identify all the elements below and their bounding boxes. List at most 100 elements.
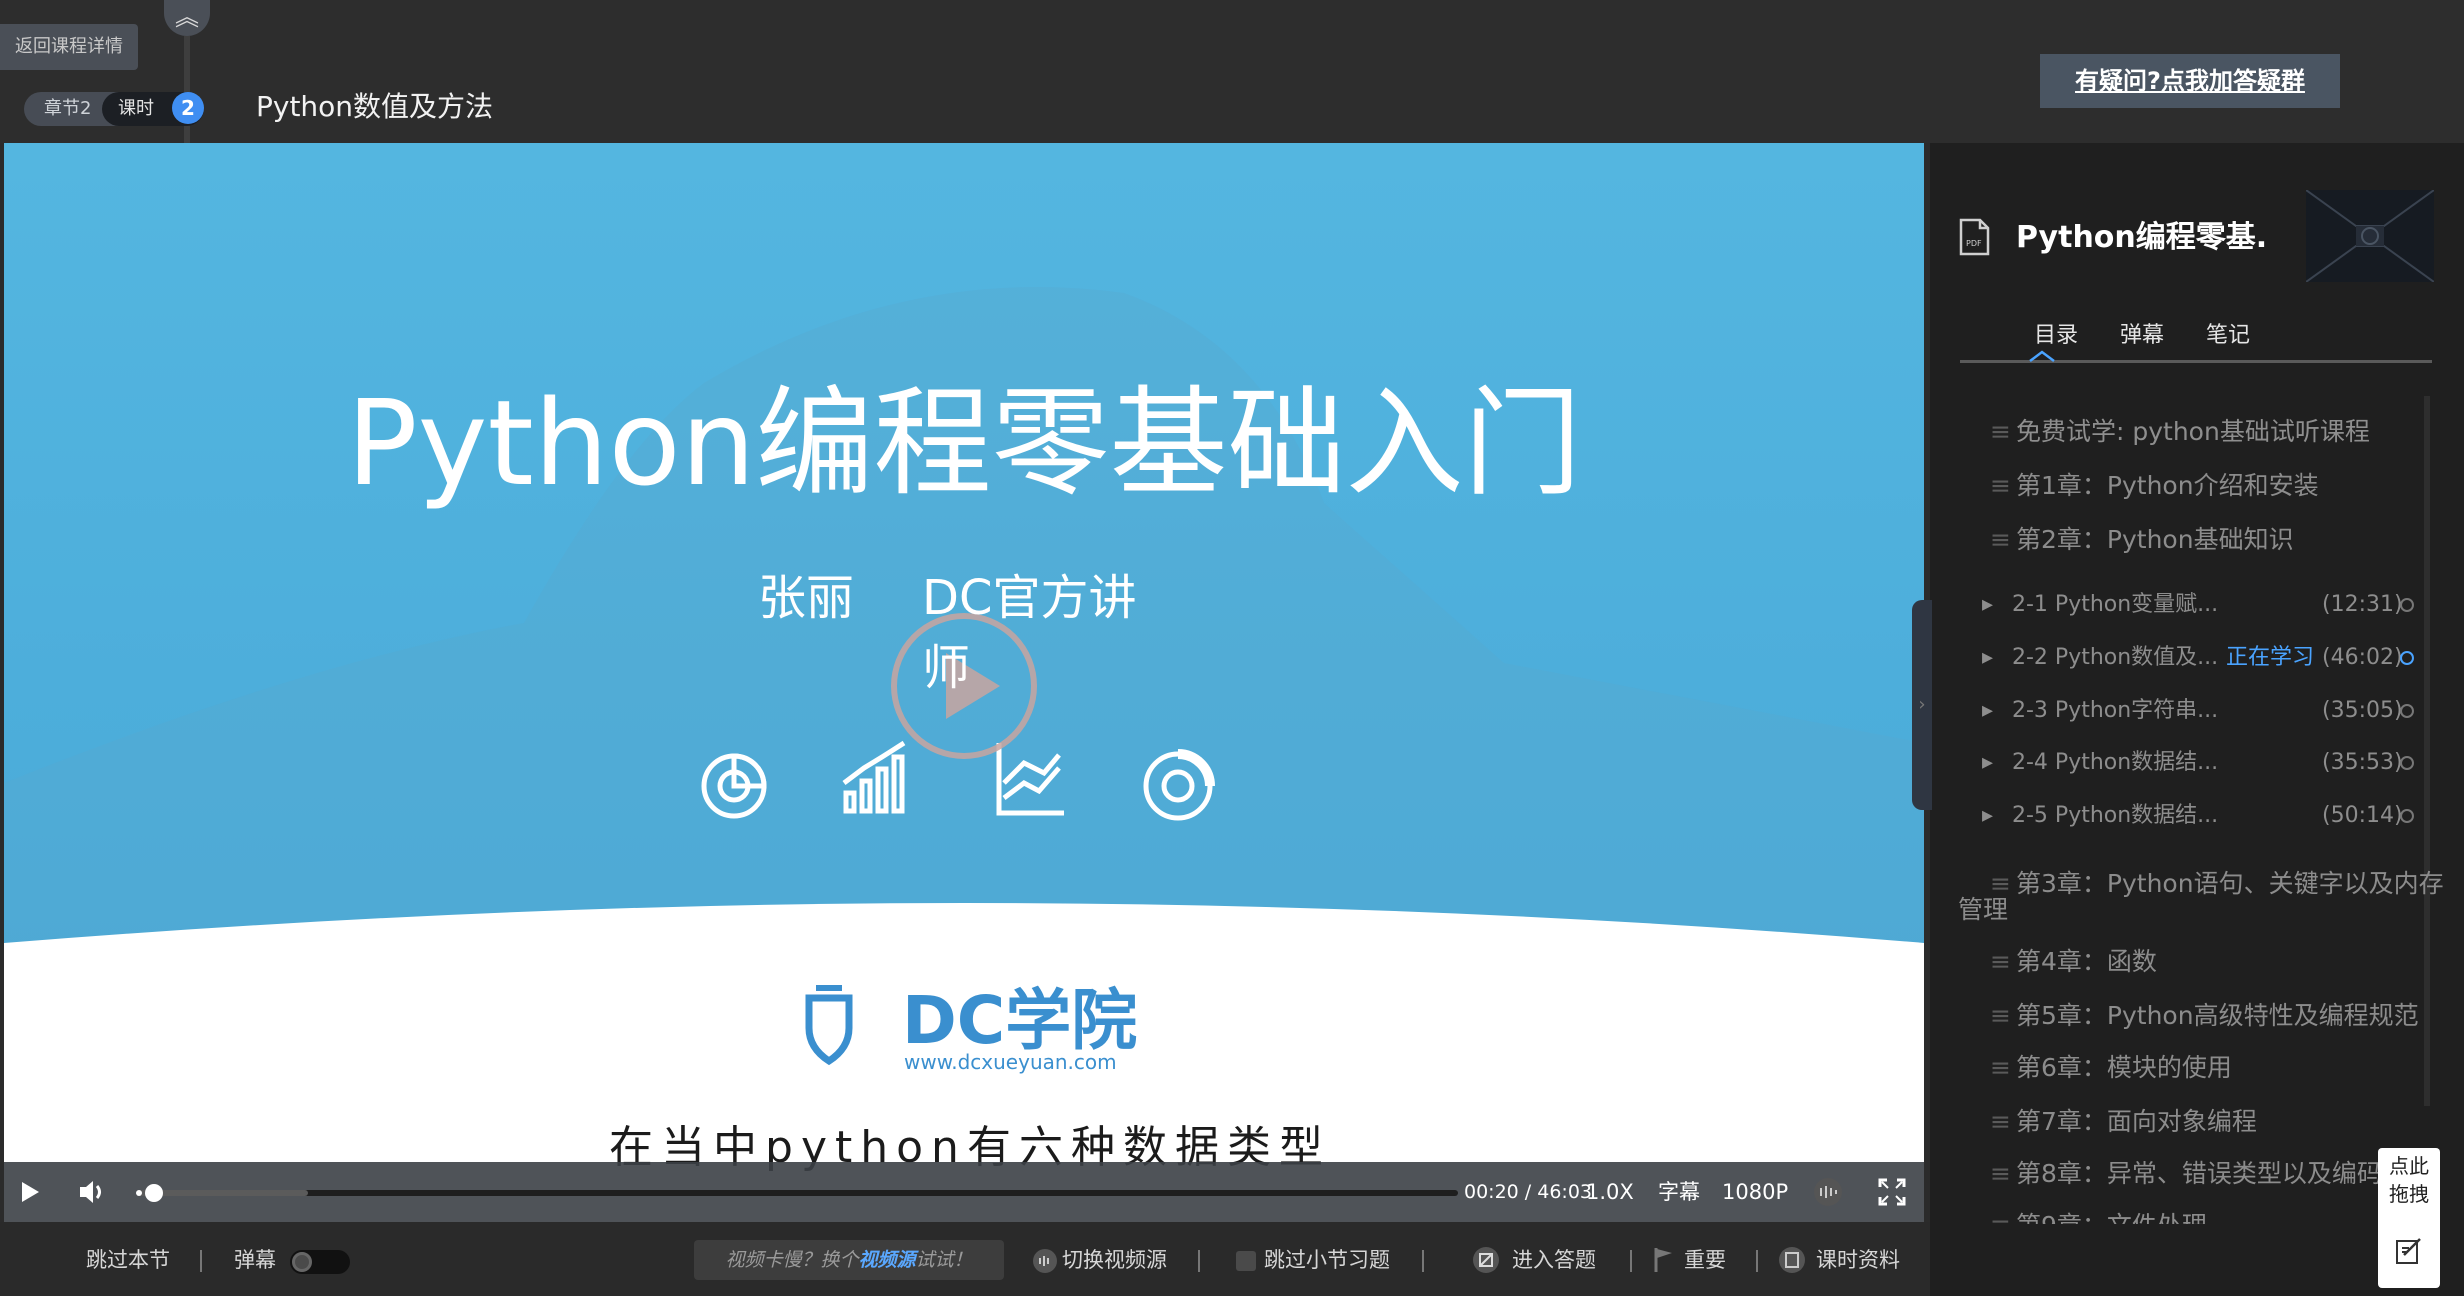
- note-edit-icon[interactable]: [2394, 1236, 2424, 1266]
- lesson-title[interactable]: 2-1 Python变量赋...: [2012, 588, 2218, 622]
- list-icon: ≡: [1990, 525, 2011, 554]
- separator: [1198, 1250, 1200, 1272]
- lesson-title[interactable]: 2-5 Python数据结...: [2012, 799, 2218, 833]
- drag-label-line2: 拖拽: [2389, 1182, 2429, 1206]
- enter-quiz-button[interactable]: 进入答题: [1512, 1240, 1596, 1280]
- lesson-status-icon: [2400, 704, 2414, 718]
- separator: [1422, 1250, 1424, 1272]
- presenter-role: DC官方讲师: [922, 570, 1137, 696]
- divider: [184, 36, 190, 143]
- materials-button[interactable]: 课时资料: [1816, 1240, 1900, 1280]
- lag-hint[interactable]: 视频卡慢？换个视频源试试！: [694, 1240, 1004, 1280]
- toc-chapter-9-clip: ≡第9章：文件处理: [1958, 1206, 2378, 1224]
- video-source-link[interactable]: 视频源: [858, 1249, 915, 1271]
- progress-track[interactable]: [136, 1184, 1458, 1202]
- help-group-button[interactable]: 有疑问?点我加答疑群: [2040, 54, 2340, 108]
- course-thumbnail[interactable]: [2306, 190, 2434, 282]
- pdf-file-icon: PDF: [1959, 218, 1990, 256]
- time-display: 00:20 / 46:03: [1464, 1181, 1592, 1203]
- separator: [1630, 1250, 1632, 1272]
- lesson-status-icon: [2400, 598, 2414, 612]
- lesson-arrow-icon: ▸: [1982, 592, 1994, 617]
- lesson-status-icon: [2400, 756, 2414, 770]
- progress-played: [136, 1190, 142, 1196]
- video-player[interactable]: Python编程零基础入门 张丽 DC官方讲师 DC学院 www.dcxueyu…: [4, 143, 1924, 1222]
- panel-collapse-handle[interactable]: ›: [1912, 600, 1932, 810]
- list-icon: ≡: [1990, 1159, 2011, 1188]
- toc-chapter-3-wrap[interactable]: 管理: [1958, 890, 2008, 930]
- player-controls: 00:20 / 46:03 1.0X 字幕 1080P: [4, 1162, 1924, 1222]
- lesson-status-icon: [2400, 809, 2414, 823]
- switch-source-button[interactable]: 切换视频源: [1062, 1240, 1167, 1280]
- chapter-label[interactable]: 章节2: [44, 92, 100, 126]
- important-button[interactable]: 重要: [1684, 1240, 1726, 1280]
- materials-icon[interactable]: [1778, 1246, 1806, 1274]
- list-icon: ≡: [1990, 947, 2011, 976]
- danmaku-toggle-icon[interactable]: [1812, 1176, 1844, 1208]
- slide-title: Python编程零基础入门: [346, 374, 1582, 512]
- skip-exercise-label[interactable]: 跳过小节习题: [1264, 1240, 1390, 1280]
- lesson-title[interactable]: 2-3 Python字符串...: [2012, 694, 2218, 728]
- list-icon: ≡: [1990, 471, 2011, 500]
- toc-chapter-free[interactable]: ≡ 免费试学: python基础试听课程: [1990, 412, 2370, 452]
- fullscreen-icon[interactable]: [1878, 1178, 1906, 1206]
- lesson-duration: (35:05): [2322, 698, 2403, 723]
- lesson-arrow-icon: ▸: [1982, 750, 1994, 775]
- lesson-count-badge: 2: [172, 92, 204, 124]
- play-icon[interactable]: [18, 1180, 42, 1204]
- quality-button[interactable]: 1080P: [1722, 1162, 1788, 1222]
- separator: [200, 1250, 202, 1272]
- lesson-playing-icon: [2400, 651, 2414, 665]
- tab-danmaku[interactable]: 弹幕: [2120, 318, 2164, 354]
- captions-button[interactable]: 字幕: [1658, 1162, 1700, 1222]
- lag-hint-text: 视频卡慢？换个: [725, 1249, 859, 1271]
- danmaku-label: 弹幕: [234, 1248, 276, 1272]
- progress-handle[interactable]: [144, 1184, 163, 1202]
- drag-label-line1: 点此: [2389, 1154, 2429, 1178]
- toc-chapter-7[interactable]: ≡ 第7章：面向对象编程: [1990, 1102, 2257, 1142]
- toc-chapter-6[interactable]: ≡ 第6章：模块的使用: [1990, 1048, 2232, 1088]
- lag-hint-text-end: 试试！: [915, 1249, 973, 1271]
- tab-notes[interactable]: 笔记: [2206, 318, 2250, 354]
- list-icon: ≡: [1990, 417, 2011, 446]
- quiz-edit-icon[interactable]: [1472, 1246, 1500, 1274]
- danmaku-toggle[interactable]: [290, 1250, 350, 1274]
- skip-section-button[interactable]: 跳过本节: [86, 1240, 170, 1280]
- back-to-course-button[interactable]: 返回课程详情: [0, 24, 138, 70]
- toc-chapter-3[interactable]: ≡ 第3章：Python语句、关键字以及内存: [1990, 864, 2444, 904]
- list-icon: ≡: [1990, 1206, 2012, 1224]
- toc-chapter-4[interactable]: ≡ 第4章：函数: [1990, 942, 2157, 982]
- lesson-duration: (50:14): [2322, 803, 2403, 828]
- lesson-arrow-icon: ▸: [1982, 645, 1994, 670]
- drag-label[interactable]: 点此 拖拽: [2378, 1152, 2440, 1208]
- list-icon: ≡: [1990, 1001, 2011, 1030]
- lesson-label[interactable]: 课时: [118, 92, 168, 126]
- skip-exercise-checkbox[interactable]: [1236, 1251, 1256, 1271]
- flag-icon[interactable]: [1652, 1246, 1676, 1274]
- lesson-title[interactable]: 2-4 Python数据结...: [2012, 746, 2218, 780]
- toggle-knob: [292, 1252, 312, 1272]
- toc-chapter-8[interactable]: ≡ 第8章：异常、错误类型以及编码: [1990, 1154, 2382, 1194]
- lesson-title-current[interactable]: 2-2 Python数值及...: [2012, 641, 2218, 675]
- list-icon: ≡: [1990, 1053, 2011, 1082]
- list-icon: ≡: [1990, 1107, 2011, 1136]
- speed-button[interactable]: 1.0X: [1586, 1162, 1634, 1222]
- switch-source-icon[interactable]: [1032, 1248, 1058, 1274]
- page-title: Python数值及方法: [256, 90, 494, 123]
- active-tab-caret-icon: [2029, 350, 2055, 362]
- lesson-duration: (46:02): [2322, 645, 2403, 670]
- toc-chapter-5[interactable]: ≡ 第5章：Python高级特性及编程规范: [1990, 996, 2419, 1036]
- separator: [1756, 1250, 1758, 1272]
- toc-chapter-9[interactable]: ≡第9章：文件处理: [1990, 1206, 2207, 1224]
- toc-chapter-2[interactable]: ≡ 第2章：Python基础知识: [1990, 520, 2294, 560]
- toc-scrollbar[interactable]: [2424, 396, 2430, 1106]
- lesson-arrow-icon: ▸: [1982, 803, 1994, 828]
- lesson-duration: (12:31): [2322, 592, 2403, 617]
- lesson-arrow-icon: ▸: [1982, 698, 1994, 723]
- presenter-name: 张丽: [758, 570, 855, 626]
- tab-catalog[interactable]: 目录: [2034, 318, 2078, 354]
- volume-icon[interactable]: [78, 1178, 108, 1206]
- studying-badge: 正在学习: [2226, 645, 2315, 670]
- toc-chapter-1[interactable]: ≡ 第1章：Python介绍和安装: [1990, 466, 2319, 506]
- lesson-duration: (35:53): [2322, 750, 2403, 775]
